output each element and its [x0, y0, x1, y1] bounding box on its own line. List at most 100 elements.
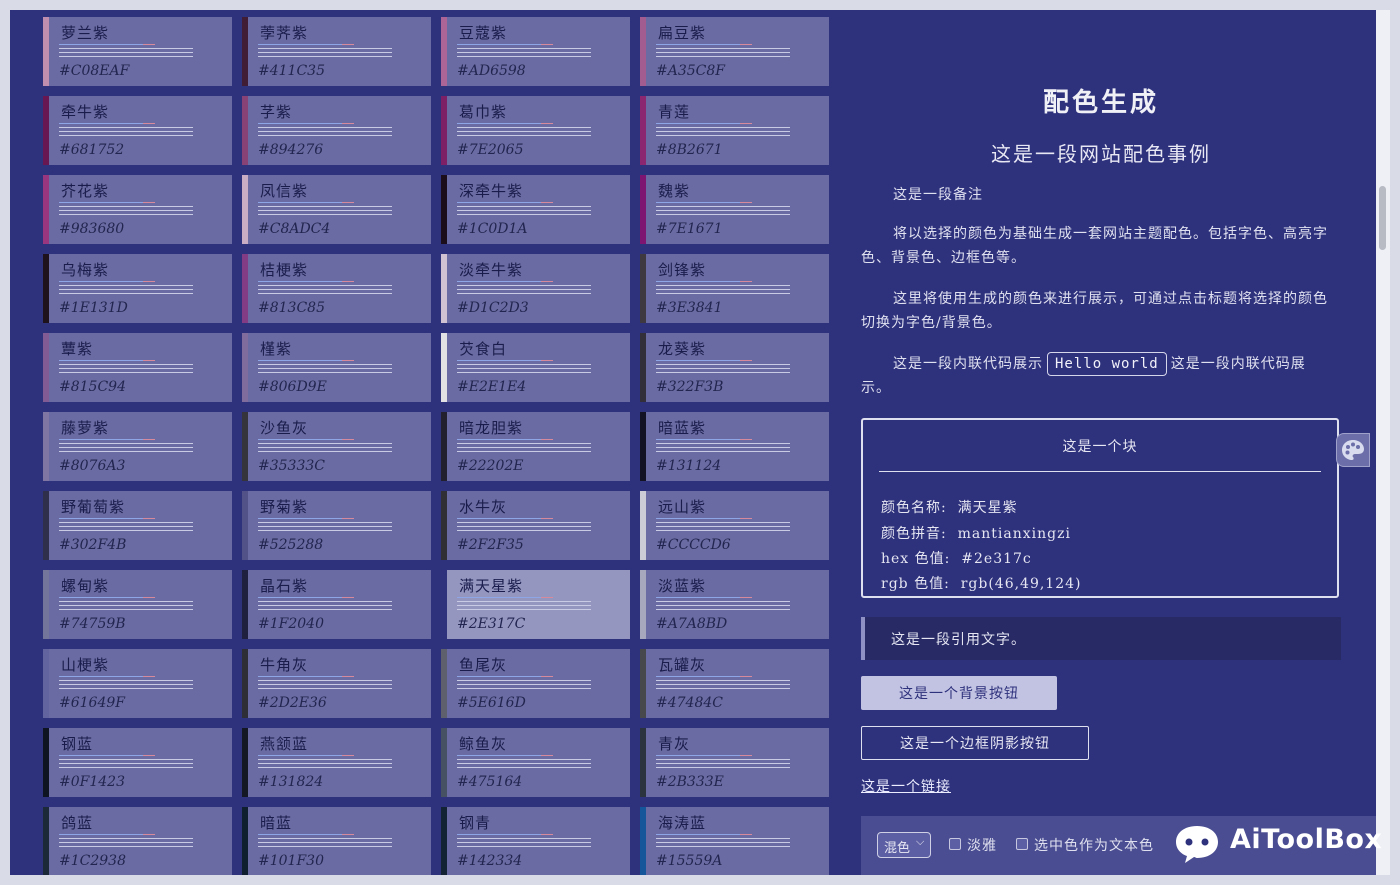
color-card[interactable]: 凤信紫 #C8ADC4 [242, 175, 431, 244]
palette-toggle-button[interactable] [1336, 433, 1370, 467]
color-card-name: 青灰 [658, 735, 691, 753]
color-card[interactable]: 海涛蓝 #15559A [640, 807, 829, 875]
mix-select[interactable]: 混色 ⌵ [877, 832, 931, 858]
color-card-swatch-lines [457, 281, 591, 297]
color-card[interactable]: 钢蓝 #0F1423 [43, 728, 232, 797]
color-card-name: 剑锋紫 [658, 261, 707, 279]
color-card[interactable]: 荸荠紫 #411C35 [242, 17, 431, 86]
color-card-hex: #1E131D [59, 300, 128, 316]
color-card-hex: #E2E1E4 [457, 379, 527, 395]
color-card[interactable]: 钢青 #142334 [441, 807, 630, 875]
color-card[interactable]: 远山紫 #CCCCD6 [640, 491, 829, 560]
panel-title[interactable]: 配色生成 [861, 82, 1341, 119]
color-card[interactable]: 沙鱼灰 #35333C [242, 412, 431, 481]
color-card-swatch-lines [258, 439, 392, 455]
color-card[interactable]: 野菊紫 #525288 [242, 491, 431, 560]
color-card[interactable]: 桔梗紫 #813C85 [242, 254, 431, 323]
color-card[interactable]: 豆蔻紫 #AD6598 [441, 17, 630, 86]
color-card[interactable]: 青灰 #2B333E [640, 728, 829, 797]
color-name-value: 满天星紫 [957, 500, 1018, 516]
color-card[interactable]: 乌梅紫 #1E131D [43, 254, 232, 323]
color-card[interactable]: 鲸鱼灰 #475164 [441, 728, 630, 797]
border-shadow-button[interactable]: 这是一个边框阴影按钮 [861, 726, 1089, 760]
color-card-hex: #131124 [656, 458, 722, 474]
color-card[interactable]: 扁豆紫 #A35C8F [640, 17, 829, 86]
background-button[interactable]: 这是一个背景按钮 [861, 676, 1057, 710]
color-card[interactable]: 龙葵紫 #322F3B [640, 333, 829, 402]
color-card-name: 牵牛紫 [61, 103, 110, 121]
color-card-swatch-lines [258, 202, 392, 218]
color-card[interactable]: 剑锋紫 #3E3841 [640, 254, 829, 323]
color-card[interactable]: 魏紫 #7E1671 [640, 175, 829, 244]
color-card-name: 暗龙胆紫 [459, 419, 524, 437]
scrollbar-thumb[interactable] [1379, 186, 1386, 250]
text-color-checkbox[interactable] [1016, 838, 1028, 850]
color-card-name: 萝兰紫 [61, 24, 110, 42]
color-card-hex: #A7A8BD [656, 616, 728, 632]
elegant-checkbox-label[interactable]: 淡雅 [967, 835, 997, 855]
color-card[interactable]: 槿紫 #806D9E [242, 333, 431, 402]
quote-text: 这是一段引用文字。 [891, 632, 1026, 648]
elegant-checkbox[interactable] [949, 838, 961, 850]
color-card-hex: #2D2E36 [258, 695, 327, 711]
color-card-swatch-lines [457, 360, 591, 376]
color-card[interactable]: 芥花紫 #983680 [43, 175, 232, 244]
block-divider [879, 471, 1321, 472]
color-card-swatch-lines [258, 281, 392, 297]
color-card-name: 扁豆紫 [658, 24, 707, 42]
color-card[interactable]: 藤萝紫 #8076A3 [43, 412, 232, 481]
color-card-swatch-lines [59, 202, 193, 218]
color-card-swatch-lines [656, 518, 790, 534]
color-card-hex: #1C2938 [59, 853, 126, 869]
color-card[interactable]: 暗蓝紫 #131124 [640, 412, 829, 481]
color-card-name: 野葡萄紫 [61, 498, 126, 516]
color-card-swatch-lines [656, 597, 790, 613]
color-card[interactable]: 晶石紫 #1F2040 [242, 570, 431, 639]
panel-subtitle[interactable]: 这是一段网站配色事例 [861, 138, 1341, 167]
color-card-name: 晶石紫 [260, 577, 309, 595]
color-card-name: 芡食白 [459, 340, 508, 358]
color-card-hex: #61649F [59, 695, 125, 711]
color-card-hex: #A35C8F [656, 63, 725, 79]
color-card[interactable]: 螺甸紫 #74759B [43, 570, 232, 639]
color-card[interactable]: 牛角灰 #2D2E36 [242, 649, 431, 718]
color-card-hex: #1F2040 [258, 616, 324, 632]
color-card[interactable]: 青莲 #8B2671 [640, 96, 829, 165]
color-card-hex: #2B333E [656, 774, 724, 790]
color-card[interactable]: 野葡萄紫 #302F4B [43, 491, 232, 560]
color-card[interactable]: 满天星紫 #2E317C [441, 570, 630, 639]
color-card[interactable]: 山梗紫 #61649F [43, 649, 232, 718]
color-card[interactable]: 暗龙胆紫 #22202E [441, 412, 630, 481]
color-card-name: 暗蓝 [260, 814, 293, 832]
color-name-row: 颜色名称: 满天星紫 [881, 497, 1018, 517]
color-card[interactable]: 蕈紫 #815C94 [43, 333, 232, 402]
color-card-swatch-lines [258, 518, 392, 534]
vertical-scrollbar[interactable] [1376, 10, 1390, 875]
color-card[interactable]: 鱼尾灰 #5E616D [441, 649, 630, 718]
color-card[interactable]: 鸽蓝 #1C2938 [43, 807, 232, 875]
color-card[interactable]: 芓紫 #894276 [242, 96, 431, 165]
color-card[interactable]: 水牛灰 #2F2F35 [441, 491, 630, 560]
color-card-hex: #525288 [258, 537, 324, 553]
color-card[interactable]: 牵牛紫 #681752 [43, 96, 232, 165]
color-card-name: 桔梗紫 [260, 261, 309, 279]
color-card-hex: #7E2065 [457, 142, 524, 158]
color-card-name: 乌梅紫 [61, 261, 110, 279]
color-card[interactable]: 燕颔蓝 #131824 [242, 728, 431, 797]
sample-link[interactable]: 这是一个链接 [861, 776, 951, 796]
color-card-hex: #2E317C [457, 616, 526, 632]
color-card[interactable]: 萝兰紫 #C08EAF [43, 17, 232, 86]
color-card[interactable]: 深牵牛紫 #1C0D1A [441, 175, 630, 244]
text-color-checkbox-label[interactable]: 选中色作为文本色 [1034, 835, 1154, 855]
blockquote: 这是一段引用文字。 [861, 617, 1341, 660]
color-card[interactable]: 暗蓝 #101F30 [242, 807, 431, 875]
color-card-name: 芓紫 [260, 103, 293, 121]
color-card[interactable]: 淡牵牛紫 #D1C2D3 [441, 254, 630, 323]
color-card[interactable]: 瓦罐灰 #47484C [640, 649, 829, 718]
color-card-hex: #8076A3 [59, 458, 126, 474]
color-card[interactable]: 葛巾紫 #7E2065 [441, 96, 630, 165]
color-card[interactable]: 淡蓝紫 #A7A8BD [640, 570, 829, 639]
color-card[interactable]: 芡食白 #E2E1E4 [441, 333, 630, 402]
color-card-name: 海涛蓝 [658, 814, 707, 832]
color-card-name: 荸荠紫 [260, 24, 309, 42]
